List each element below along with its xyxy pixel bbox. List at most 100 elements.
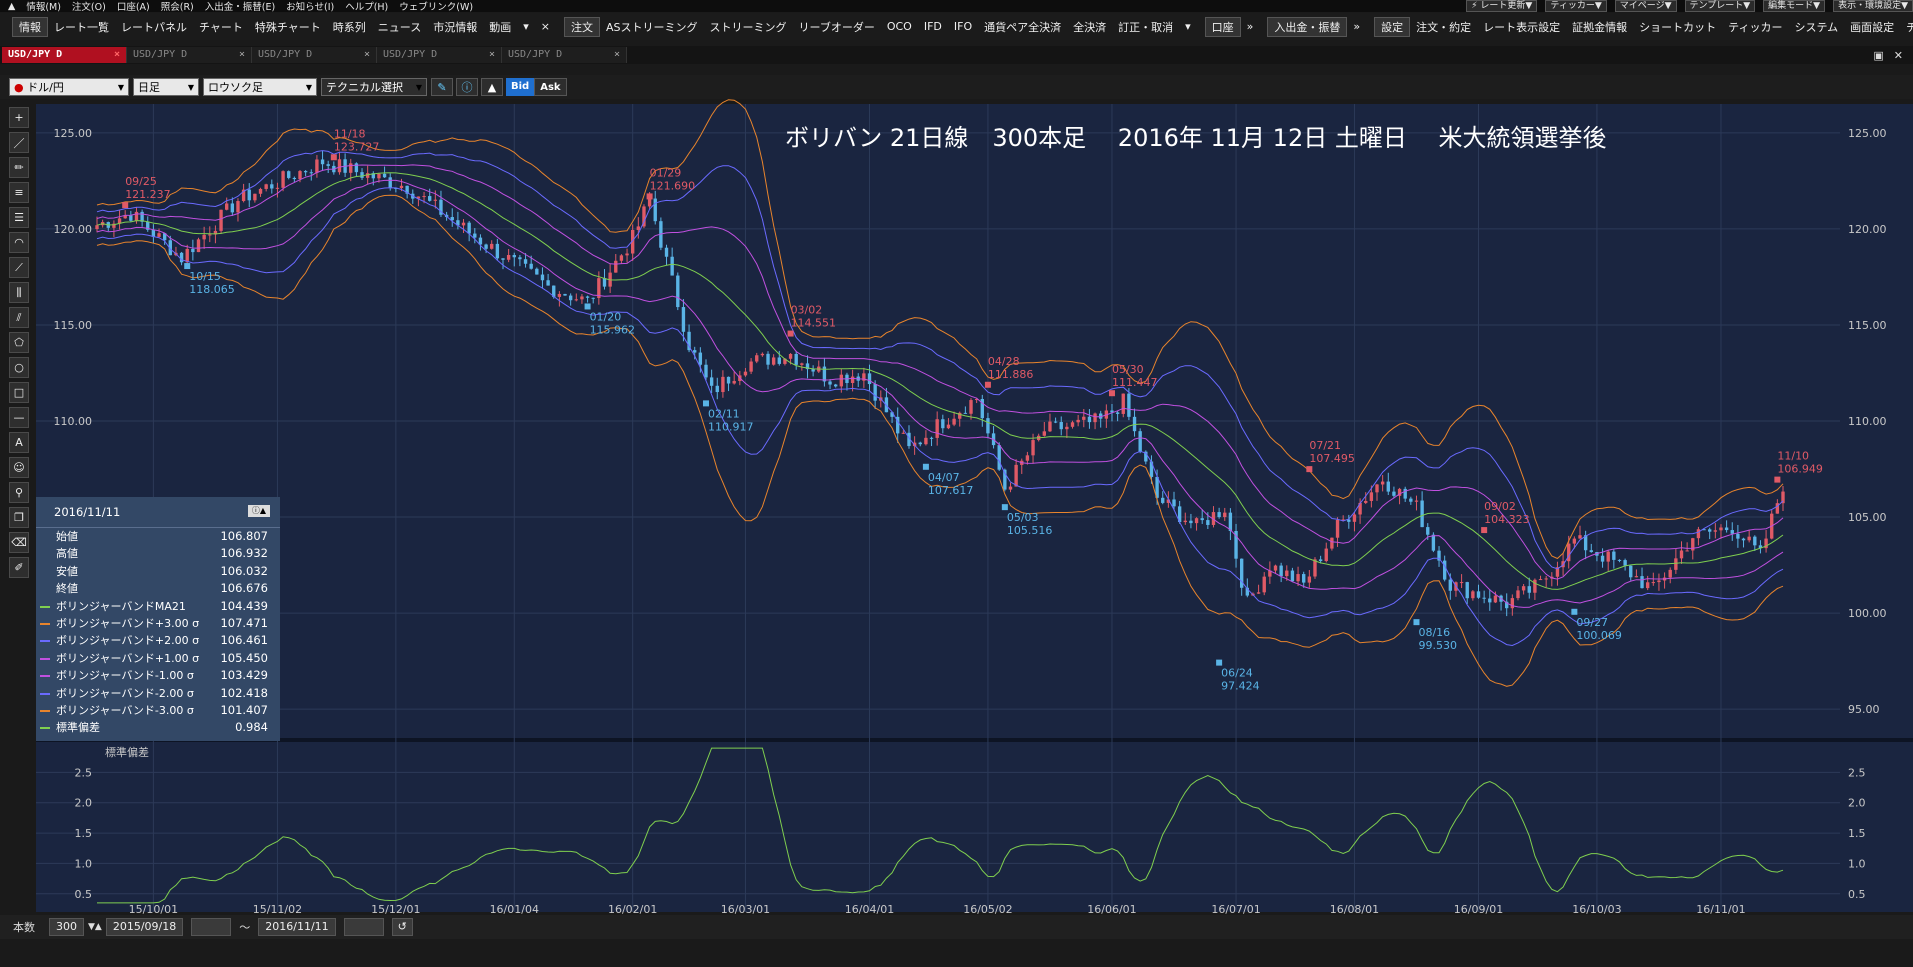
candle	[709, 377, 714, 386]
candle	[377, 173, 381, 179]
info-row: ボリンジャーバンドMA21 104.439	[36, 598, 280, 615]
candle	[563, 293, 567, 296]
extreme-date-label: 04/28	[988, 355, 1020, 368]
extreme-marker	[1306, 466, 1313, 473]
info-row: ボリンジャーバンド-2.00 σ 102.418	[36, 685, 280, 702]
stamp-tool-icon[interactable]: ☺	[9, 457, 29, 478]
info-label: 標準偏差	[56, 721, 100, 735]
extreme-price-label: 99.530	[1418, 639, 1457, 652]
bars-down-icon[interactable]: ▼▲	[88, 922, 102, 932]
candle	[1048, 421, 1052, 432]
sub-pane-label: 標準偏差	[105, 745, 149, 759]
sub-tick-right: 1.0	[1848, 857, 1866, 870]
legend-swatch	[40, 692, 50, 695]
to-time-input[interactable]	[343, 918, 384, 936]
extreme-marker	[1108, 390, 1115, 397]
text-tool-icon[interactable]: A	[9, 432, 29, 453]
candle	[625, 253, 629, 256]
candle	[794, 353, 798, 365]
candle	[1369, 492, 1374, 501]
info-rows: 始値 106.807 高値 106.932 安値 106.032 終値 106.676 ボリンジ…	[36, 528, 280, 737]
from-date-input[interactable]: 2015/09/18	[105, 918, 184, 936]
vlines-tool-icon[interactable]: ⫼	[9, 282, 29, 303]
info-value: 107.471	[220, 615, 268, 630]
candle	[253, 193, 257, 201]
candle	[924, 437, 928, 445]
extreme-price-label: 106.949	[1777, 463, 1823, 476]
arc-tool-icon[interactable]: ◠	[9, 232, 29, 253]
candle	[1194, 518, 1199, 524]
line-tool-icon[interactable]: ／	[9, 132, 29, 153]
sub-pane[interactable]	[36, 742, 1840, 912]
candle	[326, 164, 330, 166]
extreme-price-label: 111.886	[988, 368, 1033, 381]
candle	[490, 243, 494, 249]
candle	[743, 371, 748, 376]
info-row: ボリンジャーバンド+1.00 σ 105.450	[36, 650, 280, 667]
candle	[258, 188, 263, 194]
info-row: 安値 106.032	[36, 563, 280, 580]
price-tick-right: 110.00	[1848, 415, 1887, 428]
info-label: 高値	[56, 547, 78, 561]
chart-title: ボリバン 21日線 300本足 2016年 11月 12日 土曜日 米大統領選挙…	[785, 124, 1606, 152]
candle	[1510, 598, 1515, 609]
legend-swatch	[40, 709, 50, 712]
pin-tool-icon[interactable]: ⚲	[9, 482, 29, 503]
square-tool-icon[interactable]: □	[9, 382, 29, 403]
candle	[1572, 538, 1577, 544]
candle	[1420, 500, 1424, 528]
channel-tool-icon[interactable]: ⫽	[9, 307, 29, 328]
ruler-tool-icon[interactable]: ✏	[9, 157, 29, 178]
layers-tool-icon[interactable]: ❐	[9, 507, 29, 528]
extreme-date-label: 09/27	[1576, 616, 1608, 629]
extreme-date-label: 04/07	[928, 471, 960, 484]
bars-count-input[interactable]: 300	[49, 918, 84, 936]
candle	[461, 222, 466, 226]
multi-lines-tool-icon[interactable]: ☰	[9, 207, 29, 228]
candle	[1538, 579, 1543, 581]
candle	[1335, 519, 1340, 538]
extreme-marker	[122, 202, 129, 209]
candle	[1031, 440, 1035, 456]
info-value: 105.450	[220, 650, 268, 665]
reset-icon[interactable]: ↺	[391, 918, 413, 936]
candle	[1685, 550, 1689, 552]
candle	[828, 381, 832, 385]
candle	[129, 215, 133, 221]
candle	[681, 307, 686, 332]
fan-tool-icon[interactable]: ⟋	[9, 257, 29, 278]
from-time-input[interactable]	[191, 918, 232, 936]
info-panel-toggle-icon[interactable]: ⓘ▲	[248, 505, 270, 517]
candle	[1296, 574, 1300, 582]
extreme-marker	[1413, 619, 1420, 626]
drawing-toolbar: + ／ ✏ ≡ ☰ ◠ ⟋ ⫼ ⫽ ⬠ ○ □ — A ☺ ⚲ ❐ ⌫ ✐	[9, 107, 31, 582]
hlines-tool-icon[interactable]: ≡	[9, 182, 29, 203]
eraser-tool-icon[interactable]: ⌫	[9, 532, 29, 553]
candle	[1696, 529, 1701, 539]
extreme-marker	[702, 400, 709, 407]
candle	[591, 297, 595, 299]
plus-tool-icon[interactable]: +	[9, 107, 29, 128]
info-row: 始値 106.807	[36, 528, 280, 545]
to-date-input[interactable]: 2016/11/11	[258, 918, 336, 936]
extreme-date-label: 09/02	[1484, 500, 1516, 513]
chart-canvas[interactable]: 125.00 125.00 120.00 120.00 115.00 115.00 110.…	[0, 0, 1913, 967]
candle	[134, 211, 139, 221]
info-label: ボリンジャーバンド+2.00 σ	[56, 634, 200, 648]
pentagon-tool-icon[interactable]: ⬠	[9, 332, 29, 353]
candle	[1493, 595, 1498, 603]
hline-tool-icon[interactable]: —	[9, 407, 29, 428]
info-value: 106.676	[220, 581, 268, 596]
extreme-price-label: 107.617	[928, 484, 974, 497]
highlighter-tool-icon[interactable]: ✐	[9, 557, 29, 578]
candle	[1138, 431, 1142, 452]
candle	[196, 239, 201, 253]
circle-tool-icon[interactable]: ○	[9, 357, 29, 378]
info-row: ボリンジャーバンド-1.00 σ 103.429	[36, 667, 280, 684]
candle	[935, 419, 939, 438]
extreme-date-label: 01/20	[590, 310, 622, 323]
candle	[540, 274, 545, 281]
candle	[1172, 499, 1176, 507]
candle	[208, 234, 212, 236]
candle	[365, 173, 370, 178]
